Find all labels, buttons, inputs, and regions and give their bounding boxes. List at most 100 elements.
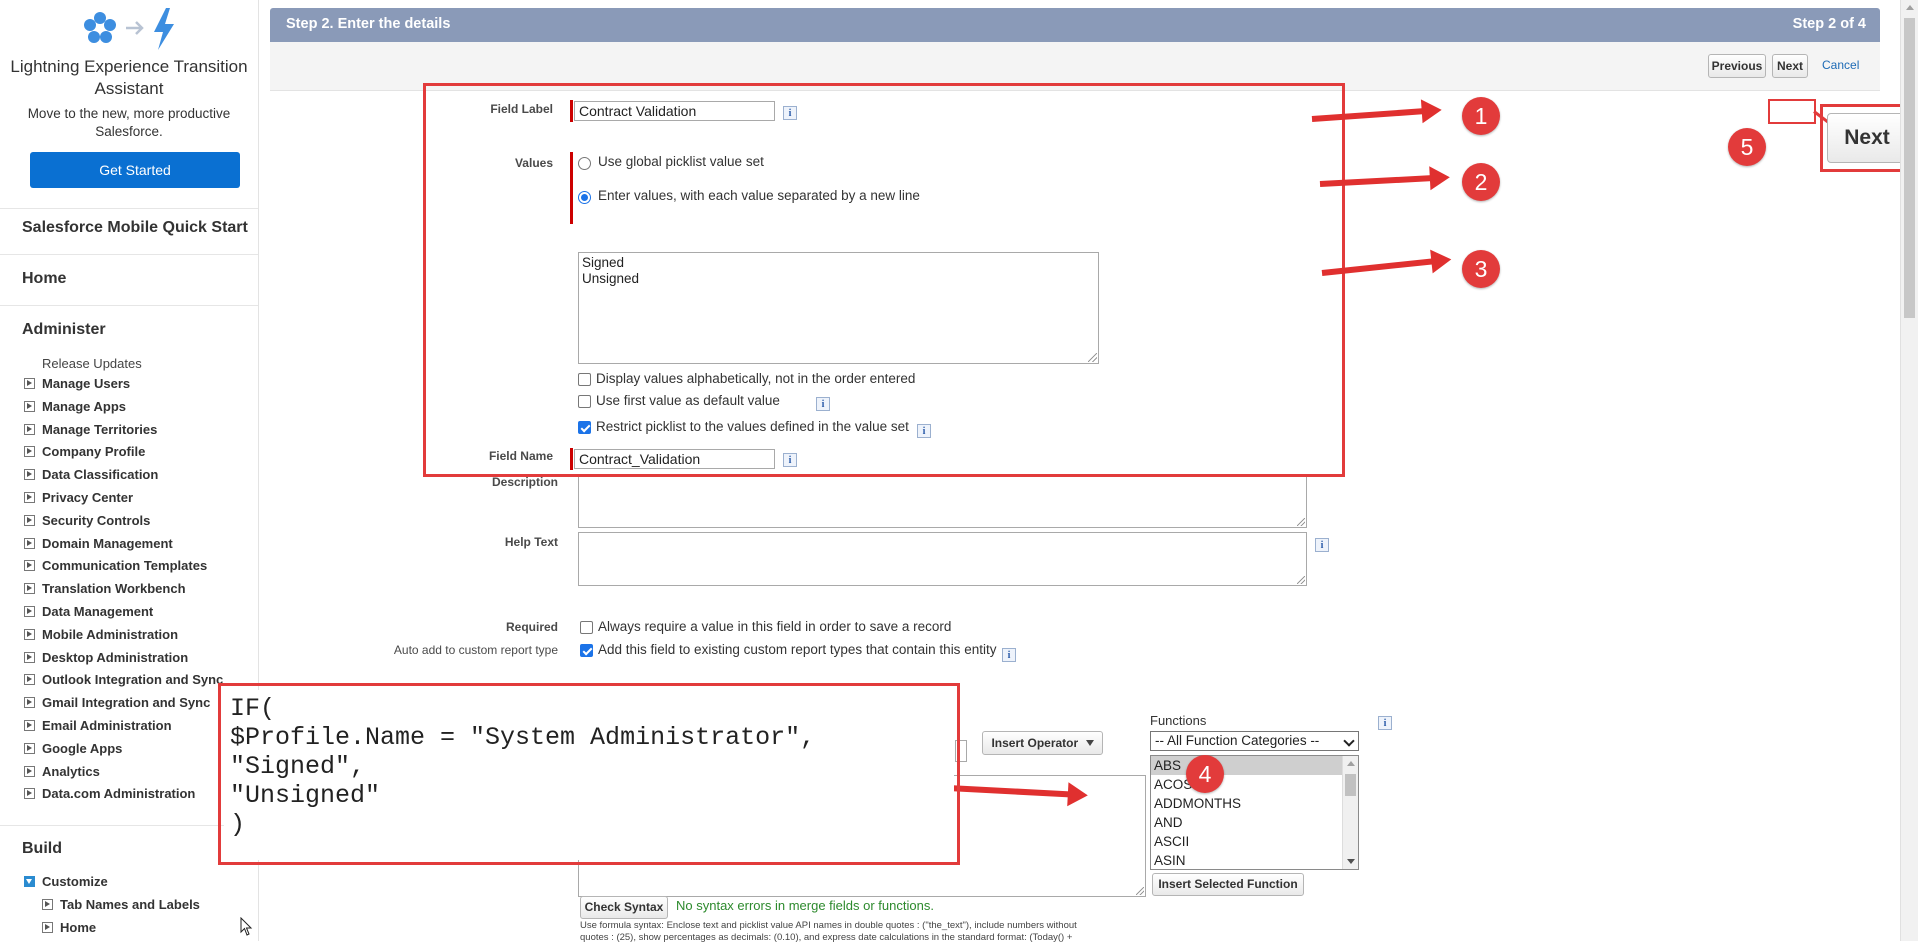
sidebar-item-data-com-administration[interactable]: Data.com Administration bbox=[24, 785, 195, 803]
chevron-down-icon bbox=[1343, 735, 1355, 747]
sidebar-mobile-quick-start[interactable]: Salesforce Mobile Quick Start bbox=[22, 219, 248, 237]
always-required-label: Always require a value in this field in … bbox=[598, 619, 952, 634]
sidebar-item-manage-apps[interactable]: Manage Apps bbox=[24, 398, 126, 416]
sidebar-item-label: Customize bbox=[42, 874, 108, 889]
sidebar-item-label: Communication Templates bbox=[42, 558, 208, 574]
insert-operator-button[interactable]: Insert Operator bbox=[982, 731, 1103, 755]
scroll-thumb[interactable] bbox=[1904, 18, 1915, 318]
auto-add-label: Auto add to custom report type bbox=[393, 643, 558, 657]
next-zoom-button: Next bbox=[1827, 113, 1907, 163]
scroll-up-icon[interactable] bbox=[1906, 5, 1914, 10]
scroll-thumb[interactable] bbox=[1345, 774, 1356, 796]
info-icon[interactable]: i bbox=[1002, 648, 1016, 662]
help-text-textarea[interactable] bbox=[578, 532, 1307, 586]
resize-grip-icon bbox=[1297, 518, 1305, 526]
sidebar-item-label: Gmail Integration and Sync bbox=[42, 695, 211, 711]
formula-help-line-2: quotes : (25), show percentages as decim… bbox=[580, 932, 1073, 943]
sidebar-build-heading: Build bbox=[22, 840, 62, 857]
always-required-checkbox[interactable] bbox=[580, 621, 593, 634]
syntax-status: No syntax errors in merge fields or func… bbox=[676, 898, 934, 913]
auto-add-checkbox[interactable] bbox=[580, 644, 593, 657]
check-syntax-button[interactable]: Check Syntax bbox=[580, 896, 668, 919]
expand-triangle-icon bbox=[24, 606, 35, 617]
sidebar-item-security-controls[interactable]: Security Controls bbox=[24, 512, 150, 530]
next-zoom-box: Next bbox=[1820, 104, 1912, 172]
resize-grip-icon bbox=[1297, 576, 1305, 584]
expand-triangle-icon bbox=[24, 469, 35, 481]
lex-subtitle: Move to the new, more productive Salesfo… bbox=[27, 106, 231, 139]
functions-listbox[interactable]: ABS ACOS ADDMONTHS AND ASCII ASIN bbox=[1150, 755, 1359, 870]
step-badge-5: 5 bbox=[1728, 128, 1766, 166]
sidebar-item-analytics[interactable]: Analytics bbox=[24, 763, 100, 781]
sidebar-item-email-administration[interactable]: Email Administration bbox=[24, 717, 172, 735]
function-option[interactable]: ADDMONTHS bbox=[1151, 794, 1358, 813]
dropdown-triangle-icon bbox=[1085, 740, 1094, 746]
sidebar-item-label: Desktop Administration bbox=[42, 649, 189, 665]
step-header: Step 2. Enter the details Step 2 of 4 bbox=[270, 8, 1880, 42]
expand-triangle-icon bbox=[24, 720, 35, 731]
listbox-scrollbar[interactable] bbox=[1342, 756, 1358, 869]
step-badge-2: 2 bbox=[1462, 163, 1500, 201]
sidebar-item-data-classification[interactable]: Data Classification bbox=[24, 466, 158, 484]
description-textarea[interactable] bbox=[578, 474, 1307, 528]
description-label: Description bbox=[491, 475, 558, 489]
function-rows: ABS ACOS ADDMONTHS AND ASCII ASIN bbox=[1151, 756, 1358, 869]
next-button[interactable]: Next bbox=[1772, 54, 1808, 78]
sidebar-item-label: Manage Apps bbox=[42, 398, 127, 414]
function-option[interactable]: ASIN bbox=[1151, 851, 1358, 869]
required-label: Required bbox=[505, 620, 558, 634]
collapse-triangle-icon bbox=[24, 876, 35, 887]
info-icon[interactable]: i bbox=[1378, 716, 1392, 730]
function-option[interactable]: ASCII bbox=[1151, 832, 1358, 851]
resize-grip-icon bbox=[1136, 887, 1144, 895]
step-badge-4: 4 bbox=[1186, 755, 1224, 793]
sidebar-item-google-apps[interactable]: Google Apps bbox=[24, 740, 122, 758]
annotation-highlight-box bbox=[423, 83, 1345, 477]
expand-triangle-icon bbox=[24, 697, 35, 709]
expand-triangle-icon bbox=[24, 788, 35, 800]
sidebar-item-desktop-administration[interactable]: Desktop Administration bbox=[24, 649, 188, 667]
step-title: Step 2. Enter the details bbox=[286, 16, 451, 32]
sidebar-item-label: Data Classification bbox=[42, 467, 159, 483]
info-icon[interactable]: i bbox=[1315, 538, 1329, 552]
sidebar-item-release-updates[interactable]: Release Updates bbox=[42, 356, 142, 371]
sidebar-item-data-management[interactable]: Data Management bbox=[24, 603, 153, 621]
flower-bolt-logo-icon bbox=[84, 8, 174, 50]
function-option[interactable]: ACOS bbox=[1151, 775, 1358, 794]
sidebar-item-label: Email Administration bbox=[42, 718, 172, 733]
functions-label: Functions bbox=[1150, 713, 1207, 728]
sidebar-item-manage-territories[interactable]: Manage Territories bbox=[24, 421, 157, 439]
function-option[interactable]: ABS bbox=[1151, 756, 1358, 775]
cancel-link[interactable]: Cancel bbox=[1822, 58, 1859, 72]
page-scrollbar[interactable] bbox=[1900, 0, 1918, 941]
scroll-down-icon[interactable] bbox=[1347, 859, 1355, 864]
sidebar-item-domain-management[interactable]: Domain Management bbox=[24, 535, 173, 553]
sidebar-item-manage-users[interactable]: Manage Users bbox=[24, 375, 130, 393]
sidebar-item-home-sub[interactable]: Home bbox=[42, 919, 96, 937]
sidebar-item-label: Mobile Administration bbox=[42, 626, 179, 642]
sidebar-item-company-profile[interactable]: Company Profile bbox=[24, 443, 145, 461]
sidebar-item-translation-workbench[interactable]: Translation Workbench bbox=[24, 580, 186, 598]
sidebar-item-gmail-integration-and-sync[interactable]: Gmail Integration and Sync bbox=[24, 694, 210, 712]
sidebar-item-communication-templates[interactable]: Communication Templates bbox=[24, 557, 207, 575]
scroll-up-icon[interactable] bbox=[1347, 761, 1355, 766]
lightning-transition-card: Lightning Experience Transition Assistan… bbox=[0, 0, 258, 208]
insert-selected-function-button[interactable]: Insert Selected Function bbox=[1152, 873, 1304, 896]
sidebar-item-privacy-center[interactable]: Privacy Center bbox=[24, 489, 133, 507]
sidebar-item-mobile-administration[interactable]: Mobile Administration bbox=[24, 626, 178, 644]
formula-code-zoom: IF( $Profile.Name = "System Administrato… bbox=[224, 690, 954, 860]
formula-help-line-1: Use formula syntax: Enclose text and pic… bbox=[580, 920, 1077, 931]
function-category-select[interactable]: -- All Function Categories -- bbox=[1150, 731, 1359, 751]
sidebar-item-label: Data.com Administration bbox=[42, 786, 196, 802]
auto-add-text: Add this field to existing custom report… bbox=[598, 642, 997, 657]
next-highlight-box bbox=[1768, 99, 1816, 124]
sidebar-item-tab-names-and-labels[interactable]: Tab Names and Labels bbox=[42, 896, 200, 914]
sidebar-item-customize[interactable]: Customize bbox=[24, 873, 108, 891]
sidebar-item-label: Tab Names and Labels bbox=[60, 897, 200, 912]
sidebar-item-outlook-integration-and-sync[interactable]: Outlook Integration and Sync bbox=[24, 671, 223, 689]
get-started-button[interactable]: Get Started bbox=[30, 152, 240, 188]
sidebar-home[interactable]: Home bbox=[22, 270, 66, 288]
previous-button[interactable]: Previous bbox=[1708, 54, 1766, 78]
expand-triangle-icon bbox=[24, 560, 35, 572]
function-option[interactable]: AND bbox=[1151, 813, 1358, 832]
